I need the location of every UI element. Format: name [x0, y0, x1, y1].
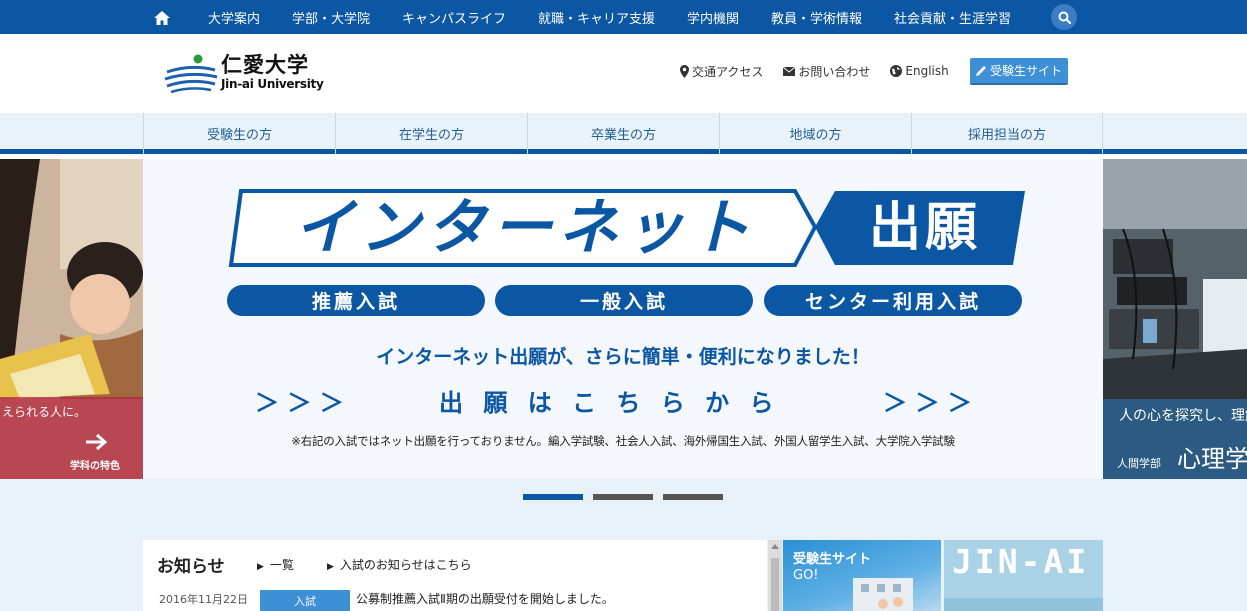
jinai-spirit-card[interactable]: JIN-AI — [944, 540, 1103, 611]
topnav-item-career[interactable]: 就職・キャリア支援 — [522, 8, 671, 27]
banner-title-tag: 出願 — [868, 198, 981, 258]
slide-caption-text: えられる人に。 — [2, 405, 87, 419]
contact-link[interactable]: お問い合わせ — [783, 63, 870, 80]
slide-subject-label: 心理学 — [1177, 445, 1247, 473]
previous-slide[interactable]: えられる人に。 学科の特色 — [0, 159, 143, 479]
access-label: 交通アクセス — [692, 64, 764, 79]
topnav-item-community[interactable]: 社会貢献・生涯学習 — [878, 8, 1027, 27]
arrow-right-icon — [86, 433, 108, 451]
slide-dept-label: 人間学部 — [1117, 457, 1161, 470]
spirit-card-stripe — [944, 598, 1103, 611]
hero-slider: えられる人に。 学科の特色 インターネット 出願 推薦入試 一般入試 センター利… — [0, 159, 1247, 479]
banner-arrows-right: ＞ ＞ ＞ — [883, 389, 972, 417]
pill-center-exam: センター利用入試 — [764, 285, 1022, 316]
news-exam-link[interactable]: ▶ 入試のお知らせはこちら — [327, 556, 472, 573]
topnav-item-about[interactable]: 大学案内 — [192, 8, 276, 27]
pencil-icon — [975, 66, 986, 76]
news-all-link[interactable]: ▶ 一覧 — [257, 556, 294, 573]
audience-navigation: 受験生の方 在学生の方 卒業生の方 地域の方 採用担当の方 — [0, 113, 1247, 154]
slide-caption-right: 人の心を探究し、理解 人間学部 心理学 — [1103, 399, 1247, 479]
tab-current-students[interactable]: 在学生の方 — [335, 113, 527, 154]
map-pin-icon — [680, 64, 689, 78]
news-date: 2016年11月22日 — [159, 593, 248, 606]
applicant-card-title: 受験生サイト — [793, 552, 872, 567]
tab-alumni[interactable]: 卒業生の方 — [527, 113, 719, 154]
scroll-up-icon[interactable] — [771, 544, 779, 549]
tab-community[interactable]: 地域の方 — [719, 113, 911, 154]
applicant-site-label: 受験生サイト — [989, 64, 1062, 78]
news-headline-link[interactable]: 公募制推薦入試Ⅱ期の出願受付を開始しました。 — [356, 590, 614, 607]
applicant-card-go: GO! — [793, 568, 819, 583]
university-logo[interactable]: 仁愛大学 Jin-ai University — [163, 48, 333, 96]
slide-caption-left: えられる人に。 学科の特色 — [0, 397, 143, 479]
scroll-thumb[interactable] — [771, 558, 779, 611]
globe-icon — [890, 65, 903, 77]
applicant-site-card[interactable]: 受験生サイト GO! — [783, 540, 941, 611]
news-all-label: 一覧 — [269, 558, 294, 572]
access-link[interactable]: 交通アクセス — [680, 63, 763, 80]
topnav-item-research[interactable]: 教員・学術情報 — [755, 8, 878, 27]
banner-lead-text: インターネット出願が、さらに簡単・便利になりました！ — [376, 346, 870, 368]
slider-dot-3[interactable] — [663, 494, 723, 500]
topnav-item-institutions[interactable]: 学内機関 — [671, 8, 755, 27]
slider-dot-1[interactable] — [523, 494, 583, 500]
banner-arrows-left: ＞ ＞ ＞ — [255, 389, 344, 417]
home-icon[interactable] — [153, 10, 170, 25]
internet-application-banner[interactable]: インターネット 出願 推薦入試 一般入試 センター利用入試 インターネット出願が… — [143, 159, 1103, 479]
site-header: 仁愛大学 Jin-ai University 交通アクセス お問い合わせ Eng… — [0, 34, 1247, 113]
next-slide[interactable]: 人の心を探究し、理解 人間学部 心理学 — [1103, 159, 1247, 479]
contact-label: お問い合わせ — [798, 64, 871, 79]
topnav-item-faculties[interactable]: 学部・大学院 — [276, 8, 386, 27]
english-link[interactable]: English — [890, 64, 949, 78]
pill-recommendation: 推薦入試 — [227, 285, 485, 316]
search-button[interactable] — [1051, 4, 1078, 30]
logo-text-jp: 仁愛大学 — [221, 53, 309, 77]
banner-title-main: インターネット — [294, 193, 756, 263]
pill-general: 一般入試 — [495, 285, 753, 316]
top-navigation: 大学案内 学部・大学院 キャンパスライフ 就職・キャリア支援 学内機関 教員・学… — [0, 0, 1247, 34]
spirit-card-title: JIN-AI — [952, 542, 1090, 581]
slide-link-label[interactable]: 学科の特色 — [70, 457, 120, 472]
envelope-icon — [783, 66, 796, 76]
english-label: English — [905, 64, 949, 78]
banner-cta-text[interactable]: 出 願 は こ ち ら か ら — [439, 383, 780, 418]
applicant-site-button[interactable]: 受験生サイト — [970, 58, 1068, 85]
news-title: お知らせ — [157, 557, 225, 577]
logo-mark-icon — [163, 50, 219, 94]
logo-text-en: Jin-ai University — [221, 77, 324, 91]
news-scrollbar[interactable] — [768, 540, 782, 611]
triangle-right-icon: ▶ — [327, 562, 334, 572]
news-category-badge: 入試 — [260, 590, 350, 611]
news-exam-label: 入試のお知らせはこちら — [339, 558, 472, 572]
slider-dot-2[interactable] — [593, 494, 653, 500]
banner-note: ※右記の入試ではネット出願を行っておりません。編入学試験、社会人入試、海外帰国生… — [291, 434, 955, 448]
tab-prospective-students[interactable]: 受験生の方 — [143, 113, 335, 154]
news-panel: お知らせ ▶ 一覧 ▶ 入試のお知らせはこちら 2016年11月22日 入試 公募制… — [143, 540, 767, 611]
search-icon — [1058, 11, 1071, 24]
tab-employers[interactable]: 採用担当の方 — [911, 113, 1103, 154]
triangle-right-icon: ▶ — [257, 562, 264, 572]
slider-pagination — [523, 494, 723, 500]
topnav-item-campus-life[interactable]: キャンパスライフ — [386, 8, 522, 27]
slide-caption-right-text: 人の心を探究し、理解 — [1119, 408, 1247, 424]
